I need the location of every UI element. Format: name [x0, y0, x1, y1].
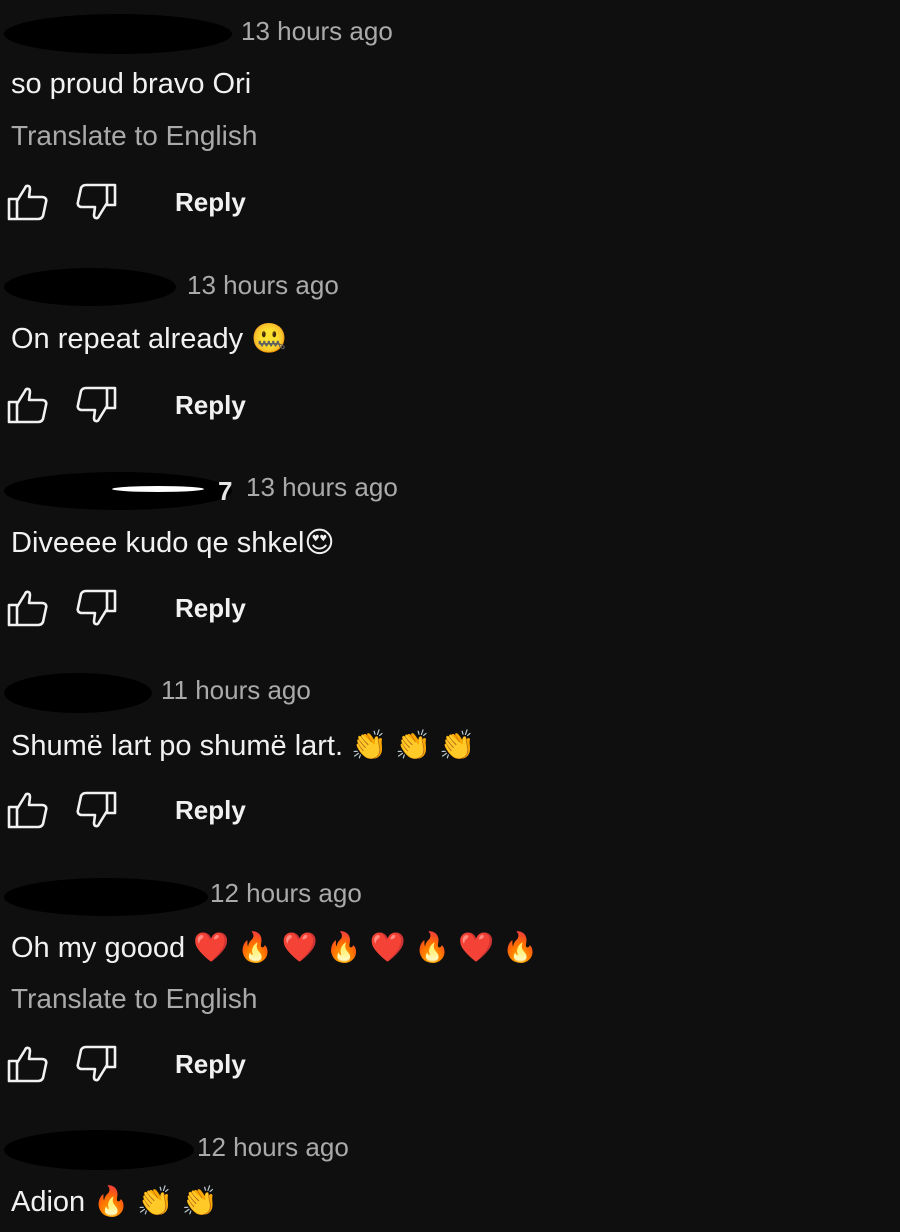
comment-actions: Reply	[0, 588, 400, 632]
comment-header: 12 hours ago	[0, 1130, 900, 1170]
thumbs-up-icon[interactable]	[6, 588, 52, 632]
redacted-username	[4, 878, 208, 916]
comment-header: 13 hours ago	[0, 268, 900, 308]
reply-button[interactable]: Reply	[175, 187, 246, 218]
thumbs-down-icon[interactable]	[76, 588, 122, 632]
redacted-username	[4, 268, 176, 306]
reply-button[interactable]: Reply	[175, 390, 246, 421]
thumbs-down-icon[interactable]	[76, 385, 122, 429]
thumbs-down-icon[interactable]	[76, 790, 122, 834]
comment-header: 7 13 hours ago	[0, 470, 900, 510]
comment-text: Diveeee kudo qe shkel😍	[11, 527, 335, 559]
comment-header: 12 hours ago	[0, 876, 900, 916]
thumbs-down-icon[interactable]	[76, 182, 122, 226]
thumbs-down-icon[interactable]	[76, 1044, 122, 1088]
comment-header: 13 hours ago	[0, 14, 900, 54]
redacted-username	[4, 673, 152, 713]
reply-button[interactable]: Reply	[175, 593, 246, 624]
comment-timestamp[interactable]: 13 hours ago	[187, 270, 339, 301]
translate-button[interactable]: Translate to English	[11, 983, 257, 1015]
comment-text: Adion 🔥 👏 👏	[11, 1186, 218, 1218]
comment-timestamp[interactable]: 13 hours ago	[246, 472, 398, 503]
comment-text: Shumë lart po shumë lart. 👏 👏 👏	[11, 730, 476, 762]
thumbs-up-icon[interactable]	[6, 385, 52, 429]
comment-actions: Reply	[0, 182, 400, 226]
comment-timestamp[interactable]: 11 hours ago	[161, 675, 311, 706]
redacted-username	[4, 14, 232, 54]
comment-text: Oh my goood ❤️ 🔥 ❤️ 🔥 ❤️ 🔥 ❤️ 🔥	[11, 932, 539, 964]
comment-timestamp[interactable]: 12 hours ago	[197, 1132, 349, 1163]
comment-actions: Reply	[0, 790, 400, 834]
comment-actions: Reply	[0, 1044, 400, 1088]
thumbs-up-icon[interactable]	[6, 182, 52, 226]
redaction-highlight	[112, 486, 204, 492]
comment-header: 11 hours ago	[0, 673, 900, 713]
comment-text: On repeat already 🤐	[11, 323, 288, 355]
thumbs-up-icon[interactable]	[6, 790, 52, 834]
comment-timestamp[interactable]: 12 hours ago	[210, 878, 362, 909]
translate-button[interactable]: Translate to English	[11, 120, 257, 152]
thumbs-up-icon[interactable]	[6, 1044, 52, 1088]
comment-timestamp[interactable]: 13 hours ago	[241, 16, 393, 47]
comment-text: so proud bravo Ori	[11, 68, 252, 100]
reply-button[interactable]: Reply	[175, 1049, 246, 1080]
redacted-username	[4, 1130, 194, 1170]
redacted-username	[4, 472, 232, 510]
comment-actions: Reply	[0, 385, 400, 429]
reply-button[interactable]: Reply	[175, 795, 246, 826]
comment-author[interactable]: 7	[218, 476, 232, 507]
